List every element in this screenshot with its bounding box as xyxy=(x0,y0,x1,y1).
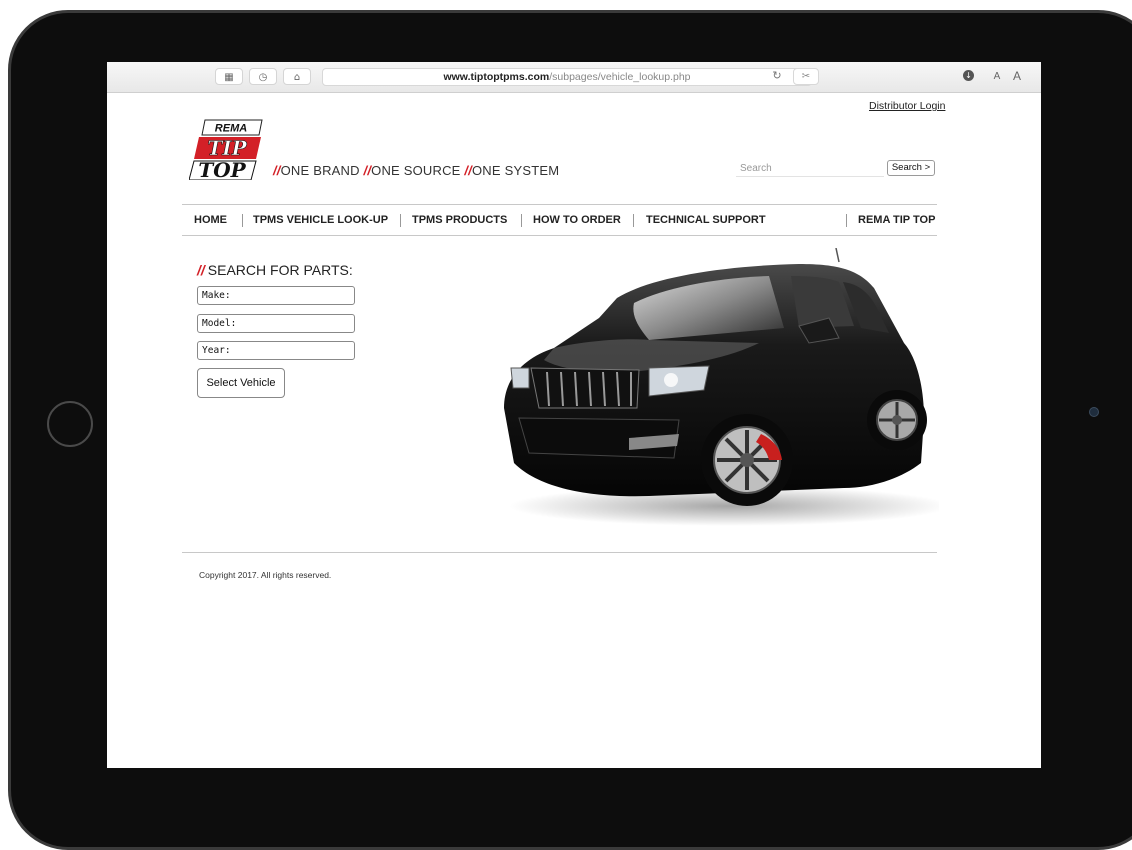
logo-top-text: TOP xyxy=(198,158,246,180)
search-button[interactable]: Search > xyxy=(887,160,935,176)
tagline-one-source: ONE SOURCE xyxy=(371,163,465,178)
vehicle-image xyxy=(504,248,939,526)
select-vehicle-button[interactable]: Select Vehicle xyxy=(197,368,285,398)
download-icon[interactable]: ↓ xyxy=(963,70,974,81)
search-input[interactable] xyxy=(736,160,884,177)
nav-separator xyxy=(521,214,522,227)
footer-divider xyxy=(182,552,937,553)
logo-tip-text: TIP xyxy=(207,136,247,160)
rema-tip-top-logo[interactable]: REMA TIP TOP xyxy=(189,118,263,180)
nav-separator xyxy=(846,214,847,227)
home-icon[interactable]: ⌂ xyxy=(283,68,311,85)
make-field[interactable] xyxy=(197,286,355,305)
url-path: /subpages/vehicle_lookup.php xyxy=(549,71,691,83)
nav-home[interactable]: HOME xyxy=(194,205,227,235)
history-icon[interactable]: ◷ xyxy=(249,68,277,85)
nav-separator xyxy=(242,214,243,227)
copyright-text: Copyright 2017. All rights reserved. xyxy=(199,570,332,580)
sidebar-icon[interactable]: ▦ xyxy=(215,68,243,85)
tagline-slash: // xyxy=(273,163,281,178)
browser-screen: ▦ ◷ ⌂ www.tiptoptpms.com/subpages/vehicl… xyxy=(107,62,1041,768)
nav-tpms-vehicle-look-up[interactable]: TPMS VEHICLE LOOK-UP xyxy=(253,205,388,235)
tagline-one-brand: ONE BRAND xyxy=(280,163,364,178)
main-nav: HOME TPMS VEHICLE LOOK-UP TPMS PRODUCTS … xyxy=(182,205,937,235)
search-for-parts-heading: //SEARCH FOR PARTS: xyxy=(197,262,353,278)
url-text: www.tiptoptpms.com/subpages/vehicle_look… xyxy=(323,69,811,86)
nav-how-to-order[interactable]: HOW TO ORDER xyxy=(533,205,621,235)
nav-technical-support[interactable]: TECHNICAL SUPPORT xyxy=(646,205,766,235)
reader-icon[interactable]: ✂ xyxy=(793,68,819,85)
tagline-slash: // xyxy=(464,163,472,178)
tagline: //ONE BRAND //ONE SOURCE //ONE SYSTEM xyxy=(273,163,559,178)
camera-icon xyxy=(1089,407,1099,417)
address-bar[interactable]: www.tiptoptpms.com/subpages/vehicle_look… xyxy=(322,68,812,86)
distributor-login-link[interactable]: Distributor Login xyxy=(869,100,945,112)
heading-slash: // xyxy=(197,262,205,278)
home-button xyxy=(47,401,93,447)
model-field[interactable] xyxy=(197,314,355,333)
nav-separator xyxy=(633,214,634,227)
text-size-large[interactable]: A xyxy=(1008,68,1026,85)
search-for-parts-title: SEARCH FOR PARTS: xyxy=(207,262,353,278)
url-host: www.tiptoptpms.com xyxy=(443,71,550,83)
reload-icon[interactable]: ↻ xyxy=(770,69,784,83)
browser-toolbar: ▦ ◷ ⌂ www.tiptoptpms.com/subpages/vehicl… xyxy=(107,62,1041,93)
nav-tpms-products[interactable]: TPMS PRODUCTS xyxy=(412,205,507,235)
logo-rema-text: REMA xyxy=(215,123,247,135)
text-size-small[interactable]: A xyxy=(988,68,1006,85)
tagline-one-system: ONE SYSTEM xyxy=(472,163,560,178)
tagline-slash: // xyxy=(363,163,372,178)
nav-separator xyxy=(400,214,401,227)
nav-bottom-divider xyxy=(182,235,937,236)
year-field[interactable] xyxy=(197,341,355,360)
nav-rema-tip-top[interactable]: REMA TIP TOP xyxy=(858,205,935,235)
